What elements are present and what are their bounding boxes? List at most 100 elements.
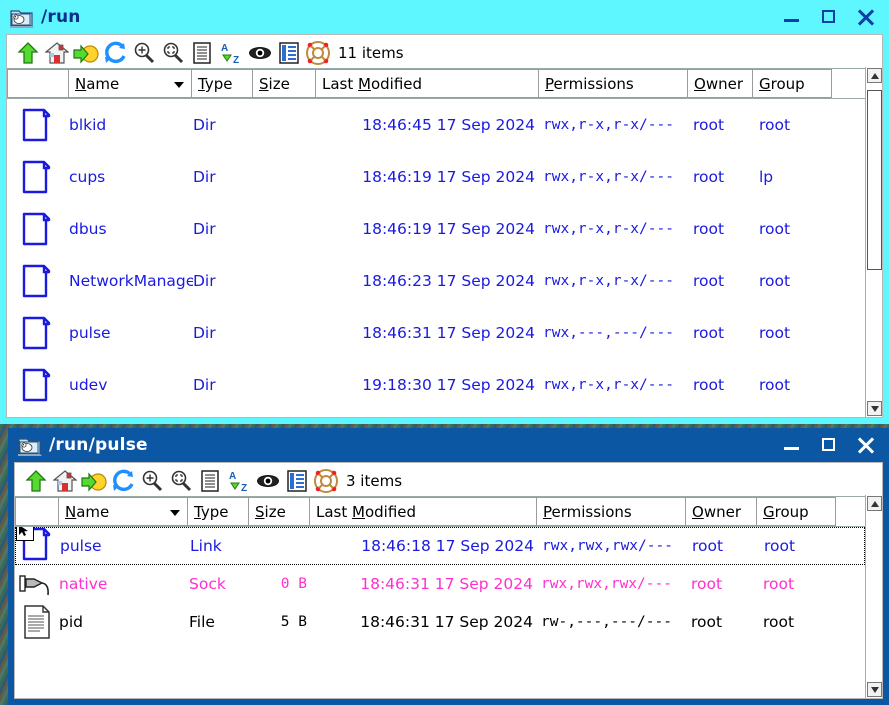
titlebar-window-2[interactable]: /run/pulse	[8, 428, 889, 462]
maximize-button[interactable]	[820, 436, 838, 454]
table-row[interactable]: cups Dir 18:46:19 17 Sep 2024 rwx,r-x,r-x/-…	[7, 151, 865, 203]
table-row[interactable]: NetworkManager Dir 18:46:23 17 Sep 2024 rwx…	[7, 255, 865, 307]
column-header-size[interactable]: Size	[252, 69, 316, 98]
cell-type: Dir	[193, 376, 216, 394]
column-header-name[interactable]: Name	[58, 497, 188, 526]
cell-group: root	[764, 537, 796, 555]
cell-name: blkid	[69, 116, 107, 134]
detail-view-icon[interactable]	[274, 39, 303, 67]
cell-modified: 18:46:45 17 Sep 2024	[362, 116, 535, 134]
window-controls-1[interactable]	[783, 8, 883, 26]
file-manager-window-run-pulse[interactable]: /run/pulse A Z 3 items Name Type Size La…	[8, 428, 889, 705]
table-row[interactable]: blkid Dir 18:46:45 17 Sep 2024 rwx,r-x,r-x/…	[7, 99, 865, 151]
table-row[interactable]: udev Dir 19:18:30 17 Sep 2024 rwx,r-x,r-x/-…	[7, 359, 865, 411]
home-icon[interactable]	[50, 467, 79, 495]
table-row[interactable]: pulse Link 18:46:18 17 Sep 2024 rwx,rwx,rwx…	[15, 527, 865, 565]
show-hidden-eye-icon[interactable]	[245, 39, 274, 67]
minimize-button[interactable]	[783, 8, 801, 26]
cell-permissions: rwx,rwx,rwx/---	[541, 576, 672, 592]
close-button[interactable]	[857, 436, 875, 454]
table-row[interactable]: native Sock 0 B 18:46:31 17 Sep 2024 rwx,rwx…	[15, 565, 865, 603]
toolbar-2[interactable]: AZ 3 items	[15, 463, 882, 497]
vertical-scrollbar-1[interactable]	[865, 67, 882, 417]
table-row[interactable]: dbus Dir 18:46:19 17 Sep 2024 rwx,r-x,r-x/-…	[7, 203, 865, 255]
column-header-group[interactable]: Group	[756, 497, 836, 526]
cell-permissions: rwx,---,---/---	[543, 325, 674, 341]
svg-text:Z: Z	[233, 55, 239, 65]
column-header-permissions[interactable]: Permissions	[538, 69, 688, 98]
zoom-in-icon[interactable]	[129, 39, 158, 67]
column-header-type[interactable]: Type	[187, 497, 249, 526]
vertical-scrollbar-2[interactable]	[865, 495, 882, 698]
column-header-owner[interactable]: Owner	[687, 69, 753, 98]
cell-modified: 18:46:19 17 Sep 2024	[362, 220, 535, 238]
maximize-button[interactable]	[820, 8, 838, 26]
sort-az-icon[interactable]: AZ	[216, 39, 245, 67]
cell-modified: 18:46:31 17 Sep 2024	[360, 613, 533, 631]
scroll-down-arrow-icon[interactable]	[867, 401, 882, 416]
zoom-fit-icon[interactable]	[166, 467, 195, 495]
refresh-icon[interactable]	[108, 467, 137, 495]
folder-icon	[7, 263, 69, 299]
folder-icon	[7, 211, 69, 247]
scroll-up-arrow-icon[interactable]	[867, 68, 882, 83]
sort-az-icon[interactable]: AZ	[224, 467, 253, 495]
cell-permissions: rwx,r-x,r-x/---	[543, 117, 674, 133]
forward-folder-icon[interactable]	[71, 39, 100, 67]
column-header-icon[interactable]	[15, 497, 59, 526]
column-header-name[interactable]: Name	[68, 69, 192, 98]
forward-folder-icon[interactable]	[79, 467, 108, 495]
sort-caret-icon	[170, 510, 180, 516]
window-controls-2[interactable]	[783, 436, 883, 454]
scroll-down-arrow-icon[interactable]	[867, 682, 882, 697]
column-header-size[interactable]: Size	[248, 497, 310, 526]
list-view-icon[interactable]	[195, 467, 224, 495]
svg-text:A: A	[229, 471, 236, 482]
client-area-2: AZ 3 items Name Type Size Last Modified …	[14, 462, 883, 699]
file-list-1[interactable]: blkid Dir 18:46:45 17 Sep 2024 rwx,r-x,r-x/…	[7, 99, 865, 417]
cell-type: Dir	[193, 272, 216, 290]
up-arrow-icon[interactable]	[21, 467, 50, 495]
file-manager-window-run[interactable]: /run A Z 11 items Name Type Size Last Mo…	[0, 0, 889, 424]
refresh-icon[interactable]	[100, 39, 129, 67]
up-arrow-icon[interactable]	[13, 39, 42, 67]
detail-view-icon[interactable]	[282, 467, 311, 495]
show-hidden-eye-icon[interactable]	[253, 467, 282, 495]
table-row[interactable]: pid File 5 B 18:46:31 17 Sep 2024 rw-,---,--…	[15, 603, 865, 641]
scrollbar-thumb[interactable]	[867, 90, 882, 271]
cell-group: lp	[759, 168, 774, 186]
close-button[interactable]	[857, 8, 875, 26]
cell-permissions: rwx,rwx,rwx/---	[542, 538, 673, 554]
column-header-row-1[interactable]: Name Type Size Last Modified Permissions…	[7, 69, 882, 99]
column-header-type[interactable]: Type	[191, 69, 253, 98]
toolbar-1[interactable]: AZ 11 items	[7, 35, 882, 69]
zoom-in-icon[interactable]	[137, 467, 166, 495]
scroll-up-arrow-icon[interactable]	[867, 496, 882, 511]
file-list-2[interactable]: pulse Link 18:46:18 17 Sep 2024 rwx,rwx,rwx…	[15, 527, 865, 698]
window-title: /run/pulse	[49, 435, 148, 455]
cell-modified: 19:18:30 17 Sep 2024	[362, 376, 535, 394]
home-icon[interactable]	[42, 39, 71, 67]
cell-permissions: rwx,r-x,r-x/---	[543, 273, 674, 289]
column-header-permissions[interactable]: Permissions	[536, 497, 686, 526]
cell-owner: root	[693, 220, 725, 238]
folder-link-icon	[16, 527, 60, 566]
column-header-owner[interactable]: Owner	[685, 497, 757, 526]
cell-owner: root	[691, 575, 723, 593]
minimize-button[interactable]	[783, 436, 801, 454]
column-header-row-2[interactable]: Name Type Size Last Modified Permissions…	[15, 497, 882, 527]
zoom-fit-icon[interactable]	[158, 39, 187, 67]
cell-type: Dir	[193, 116, 216, 134]
cell-owner: root	[692, 537, 724, 555]
column-header-last-modified[interactable]: Last Modified	[309, 497, 537, 526]
cell-name: native	[59, 575, 108, 593]
titlebar-window-1[interactable]: /run	[0, 0, 889, 34]
lifebuoy-help-icon[interactable]	[303, 39, 332, 67]
column-header-last-modified[interactable]: Last Modified	[315, 69, 539, 98]
lifebuoy-help-icon[interactable]	[311, 467, 340, 495]
table-row[interactable]: pulse Dir 18:46:31 17 Sep 2024 rwx,---,---/…	[7, 307, 865, 359]
column-header-group[interactable]: Group	[752, 69, 832, 98]
column-header-icon[interactable]	[7, 69, 69, 98]
cell-modified: 18:46:19 17 Sep 2024	[362, 168, 535, 186]
list-view-icon[interactable]	[187, 39, 216, 67]
